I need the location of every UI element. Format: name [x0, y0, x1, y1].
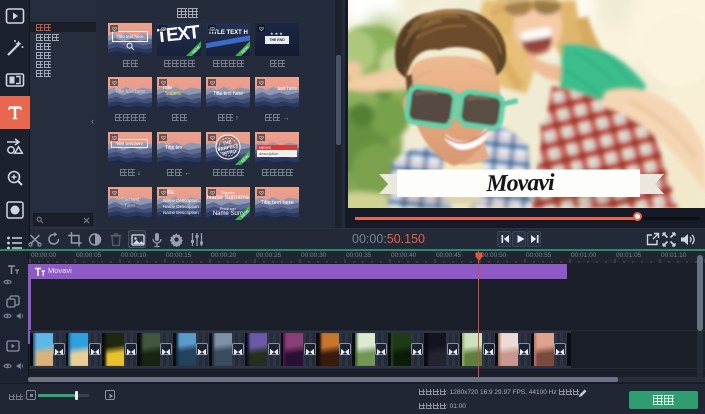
svg-text:Movavi: Movavi — [485, 170, 555, 197]
